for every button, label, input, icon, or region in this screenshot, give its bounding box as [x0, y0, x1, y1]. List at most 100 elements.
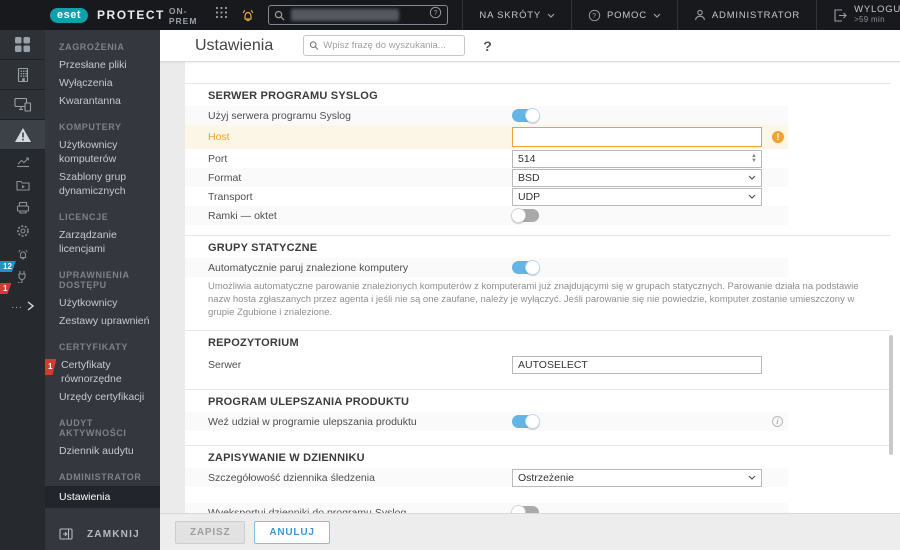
row-auto-pair: Automatycznie paruj znalezione komputery	[185, 258, 788, 277]
help-label: POMOC	[607, 9, 647, 21]
row-export-syslog: Wyeksportuj dzienniki do programu Syslog	[185, 503, 788, 513]
sidebar-item-computers[interactable]	[0, 90, 45, 120]
sidebar-item-more[interactable]: ...	[0, 294, 45, 318]
port-field: ▲▼	[512, 149, 762, 168]
chevron-down-icon	[748, 475, 756, 480]
export-syslog-toggle[interactable]	[511, 505, 539, 513]
collapse-label: ZAMKNIJ	[87, 528, 140, 540]
eset-logo: eset	[50, 7, 89, 23]
sidebar-item-peer-certificates[interactable]: 1 Certyfikaty równorzędne	[45, 356, 160, 388]
sidebar-item-license-management[interactable]: Zarządzanie licencjami	[45, 226, 160, 258]
building-icon	[17, 67, 28, 82]
host-warning-icon: !	[772, 131, 784, 143]
octet-framing-toggle[interactable]	[511, 208, 539, 223]
host-label: Host	[208, 131, 230, 143]
section-title-syslog: SERWER PROGRAMU SYSLOG	[208, 90, 378, 102]
sidebar-item-certification-authorities[interactable]: Urzędy certyfikacji	[45, 388, 160, 406]
static-groups-description: Umożliwia automatyczne parowanie znalezi…	[208, 281, 859, 318]
devices-icon	[13, 97, 31, 112]
sidebar-item-permission-sets[interactable]: Zestawy uprawnień	[45, 312, 160, 330]
sidebar-item-policies[interactable]	[0, 219, 45, 242]
sidebar-item-dashboard[interactable]	[0, 30, 45, 60]
user-menu[interactable]: ADMINISTRATOR	[676, 0, 816, 30]
page-header: Ustawienia ?	[160, 30, 900, 62]
sidebar-item-organization[interactable]	[0, 60, 45, 90]
alarm-bell-icon	[17, 249, 28, 259]
row-octet-framing: Ramki — oktet	[185, 206, 788, 225]
settings-panel: SERWER PROGRAMU SYSLOG Użyj serwera prog…	[185, 62, 900, 513]
row-host: Host !	[185, 125, 788, 149]
use-syslog-toggle[interactable]	[512, 108, 540, 123]
submenu-header-audit: AUDYT AKTYWNOŚCI	[59, 418, 127, 438]
page-title: Ustawienia	[195, 36, 274, 54]
peer-cert-label: Certyfikaty równorzędne	[61, 359, 122, 385]
collapse-sidebar-button[interactable]: ZAMKNIJ	[59, 528, 140, 540]
row-port: Port ▲▼	[185, 149, 788, 168]
repo-server-input[interactable]	[512, 356, 762, 374]
trace-verbosity-select[interactable]: Ostrzeżenie	[512, 468, 762, 487]
info-icon: i	[772, 416, 783, 427]
chevron-right-icon	[27, 301, 34, 311]
sidebar-item-submitted-files[interactable]: Przesłane pliki	[45, 56, 160, 74]
sidebar-item-reports[interactable]	[0, 150, 45, 173]
svg-text:?: ?	[434, 10, 438, 17]
auto-pair-label: Automatycznie paruj znalezione komputery	[208, 261, 409, 274]
sidebar-item-dynamic-group-templates[interactable]: Szablony grup dynamicznych	[45, 168, 153, 200]
host-input[interactable]	[512, 127, 762, 147]
search-icon	[275, 10, 285, 21]
warning-triangle-icon	[14, 127, 31, 142]
gear-icon	[16, 224, 29, 237]
sidebar-item-installers[interactable]	[0, 196, 45, 219]
more-ellipsis: ...	[11, 300, 23, 311]
installer-box-icon	[16, 201, 29, 214]
sidebar-item-exclusions[interactable]: Wyłączenia	[45, 74, 160, 92]
auto-pair-toggle[interactable]	[512, 260, 540, 275]
row-trace-verbosity: Szczegółowość dziennika śledzenia Ostrze…	[185, 468, 788, 487]
brand: eset PROTECT ON-PREM	[50, 4, 228, 26]
app-grid-icon[interactable]	[215, 6, 228, 24]
product-name: PROTECT	[97, 8, 165, 22]
search-help-icon[interactable]: ?	[429, 6, 442, 24]
sidebar-item-settings[interactable]: Ustawienia	[45, 486, 160, 508]
user-icon	[694, 9, 705, 21]
port-stepper[interactable]: ▲ ▼	[747, 153, 761, 164]
logout-icon	[834, 8, 847, 22]
left-gutter	[160, 62, 185, 513]
svg-text:?: ?	[592, 12, 597, 19]
notification-bell-icon[interactable]	[228, 0, 268, 30]
scrollbar-thumb[interactable]	[889, 335, 893, 455]
sidebar-item-tasks[interactable]	[0, 173, 45, 196]
sidebar-item-audit-log[interactable]: Dziennik audytu	[45, 442, 160, 460]
logout-button[interactable]: WYLOGUJ >59 min	[816, 0, 900, 30]
save-button[interactable]: ZAPISZ	[175, 520, 246, 544]
dashboard-icon	[15, 37, 30, 52]
port-input[interactable]	[513, 152, 747, 165]
section-title-static-groups: GRUPY STATYCZNE	[208, 242, 318, 254]
improvement-program-toggle[interactable]	[512, 414, 540, 429]
trace-verbosity-label: Szczegółowość dziennika śledzenia	[208, 471, 375, 484]
submenu-header-access-rights: UPRAWNIENIA DOSTĘPU	[59, 270, 130, 290]
sidebar-item-computer-users[interactable]: Użytkownicy komputerów	[45, 136, 160, 168]
collapse-icon	[59, 528, 73, 540]
product-edition: ON-PREM	[168, 6, 198, 26]
sidebar-item-quarantine[interactable]: Kwarantanna	[45, 92, 160, 110]
shortcuts-menu[interactable]: NA SKRÓTY	[462, 0, 571, 30]
settings-content: SERWER PROGRAMU SYSLOG Użyj serwera prog…	[160, 62, 900, 513]
global-search-input[interactable]: ?	[268, 5, 449, 25]
settings-search[interactable]	[303, 35, 466, 56]
transport-select[interactable]: UDP	[512, 187, 762, 206]
trace-verbosity-value: Ostrzeżenie	[518, 471, 575, 484]
settings-search-input[interactable]	[323, 40, 460, 51]
cancel-button[interactable]: ANULUJ	[254, 520, 330, 544]
format-select[interactable]: BSD	[512, 168, 762, 187]
octet-framing-label: Ramki — oktet	[208, 209, 277, 222]
footer-bar: ZAPISZ ANULUJ	[160, 513, 900, 550]
submenu-header-licenses: LICENCJE	[59, 212, 109, 222]
sidebar-item-users[interactable]: Użytkownicy	[45, 294, 160, 312]
search-icon	[310, 41, 319, 51]
sidebar-item-detections[interactable]	[0, 120, 45, 150]
page-help-button[interactable]: ?	[483, 38, 492, 54]
section-title-logging: ZAPISYWANIE W DZIENNIKU	[208, 452, 365, 464]
icon-rail: ... 12 1	[0, 30, 45, 550]
help-menu[interactable]: ? POMOC	[571, 0, 677, 30]
